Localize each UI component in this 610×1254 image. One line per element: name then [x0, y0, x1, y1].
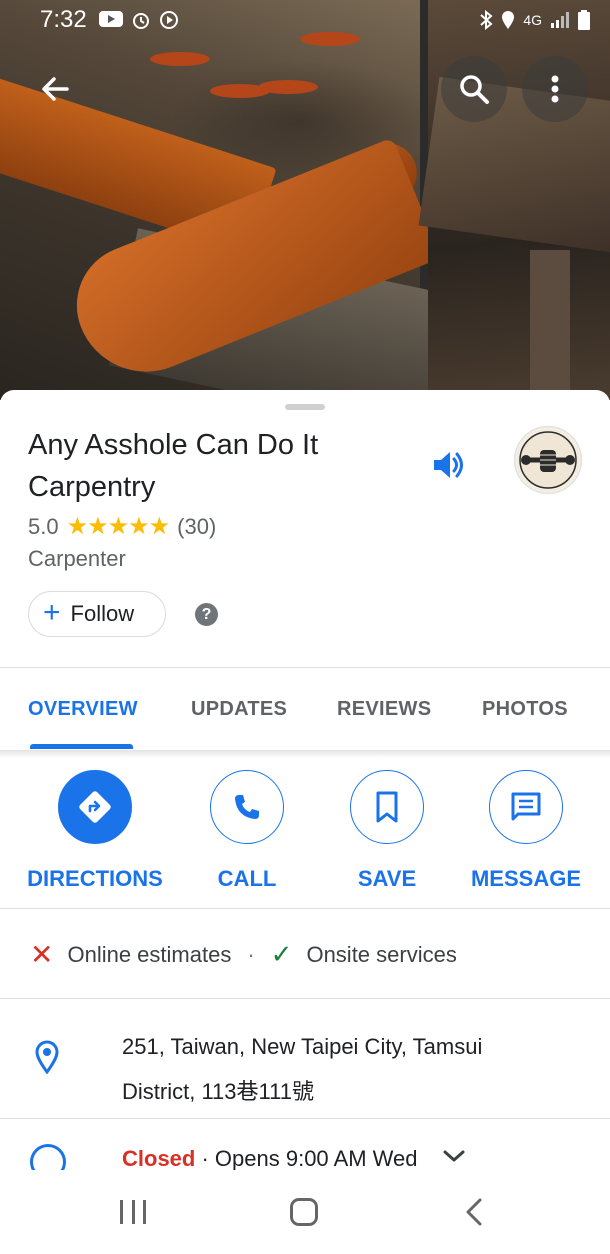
recents-bar	[131, 1200, 135, 1224]
message-label: MESSAGE	[470, 866, 582, 891]
address-text: 251, Taiwan, New Taipei City, Tamsui Dis…	[122, 1024, 562, 1114]
recents-bar	[143, 1200, 146, 1224]
tab-reviews[interactable]: REVIEWS	[337, 698, 431, 721]
hours-text: Closed · Opens 9:00 AM Wed	[122, 1146, 418, 1172]
active-tab-indicator	[30, 744, 133, 749]
recents-button[interactable]	[120, 1200, 146, 1224]
photo-side-leg	[530, 250, 570, 400]
tab-bar-shadow	[0, 750, 610, 758]
address-row[interactable]: 251, Taiwan, New Taipei City, Tamsui Dis…	[0, 1010, 610, 1120]
volume-icon	[434, 452, 463, 478]
home-button[interactable]	[290, 1198, 318, 1226]
divider	[0, 998, 610, 999]
address-line-2: District, 113巷111號	[122, 1079, 314, 1104]
bluetooth-icon	[480, 10, 493, 30]
rating-row[interactable]: 5.0 ★★★★★ (30)	[28, 512, 216, 541]
onsite-services-label: Onsite services	[306, 941, 457, 967]
tab-photos[interactable]: PHOTOS	[482, 698, 568, 721]
status-bar: 7:32 4G	[0, 0, 610, 40]
plus-icon: +	[43, 595, 61, 629]
tab-bar: OVERVIEW UPDATES REVIEWS PHOTOS	[0, 668, 610, 750]
directions-button[interactable]: DIRECTIONS	[25, 770, 165, 892]
star-rating-icon: ★★★★★	[66, 513, 171, 540]
divider	[0, 1118, 610, 1119]
photo-header[interactable]	[0, 0, 610, 400]
hours-separator: ·	[195, 1146, 215, 1171]
play-icon	[159, 11, 178, 29]
more-options-button[interactable]	[522, 56, 588, 122]
save-circle[interactable]	[350, 770, 424, 844]
rating-value: 5.0	[28, 513, 59, 539]
back-nav-icon[interactable]	[462, 1196, 486, 1228]
location-pin-icon	[35, 1040, 59, 1074]
save-button[interactable]: SAVE	[317, 770, 457, 892]
directions-label: DIRECTIONS	[27, 866, 163, 891]
network-type: 4G	[523, 12, 542, 28]
place-category: Carpenter	[28, 546, 126, 571]
bookmark-icon	[376, 791, 398, 823]
chevron-down-icon[interactable]	[442, 1148, 466, 1164]
signal-icon	[551, 12, 569, 28]
location-icon	[502, 11, 515, 29]
phone-icon	[235, 795, 259, 819]
battery-icon	[578, 10, 590, 30]
check-icon: ✓	[270, 939, 293, 969]
review-count: (30)	[177, 513, 217, 539]
hours-detail: Opens 9:00 AM Wed	[214, 1146, 418, 1171]
place-sheet: Any Asshole Can Do It Carpentry 5.0 ★★★★…	[0, 390, 610, 1210]
save-label: SAVE	[357, 866, 417, 891]
notification-icons	[98, 10, 179, 30]
arrow-left-icon	[42, 77, 69, 101]
follow-label: Follow	[70, 601, 135, 626]
search-button[interactable]	[441, 56, 507, 122]
call-button[interactable]: CALL	[177, 770, 317, 892]
directions-circle[interactable]	[58, 770, 132, 844]
address-line-1: 251, Taiwan, New Taipei City, Tamsui	[122, 1034, 483, 1059]
tab-updates[interactable]: UPDATES	[191, 698, 287, 721]
message-circle[interactable]	[489, 770, 563, 844]
message-icon	[511, 792, 541, 821]
business-logo[interactable]	[514, 426, 582, 494]
hours-status: Closed	[122, 1146, 196, 1171]
message-button[interactable]: MESSAGE	[456, 770, 596, 892]
action-buttons: DIRECTIONS CALL SAVE MESSAGE	[0, 770, 610, 892]
help-icon[interactable]: ?	[195, 603, 218, 626]
place-name: Any Asshole Can Do It Carpentry	[28, 429, 319, 503]
divider	[0, 908, 610, 909]
fist-wrench-logo-icon	[519, 431, 577, 489]
directions-icon	[79, 791, 111, 823]
status-time: 7:32	[40, 6, 87, 33]
close-icon: ✕	[30, 939, 54, 970]
drag-handle[interactable]	[285, 404, 325, 410]
separator-dot: ·	[247, 941, 255, 967]
youtube-icon	[98, 11, 123, 27]
recents-bar	[120, 1200, 123, 1224]
alarm-icon	[132, 13, 149, 29]
online-estimates-label: Online estimates	[67, 941, 232, 967]
photo-disc	[150, 52, 210, 66]
back-button[interactable]	[22, 56, 88, 122]
call-label: CALL	[217, 866, 277, 891]
photo-disc	[258, 80, 318, 94]
pronounce-button[interactable]	[428, 445, 468, 485]
system-nav-bar	[0, 1170, 610, 1254]
service-options: ✕ Online estimates · ✓ Onsite services	[30, 938, 457, 971]
system-icons: 4G	[479, 10, 590, 30]
call-circle[interactable]	[210, 770, 284, 844]
follow-button[interactable]: + Follow	[28, 591, 166, 637]
more-vert-icon	[551, 75, 559, 103]
tab-overview[interactable]: OVERVIEW	[28, 698, 138, 721]
search-icon	[460, 75, 489, 104]
